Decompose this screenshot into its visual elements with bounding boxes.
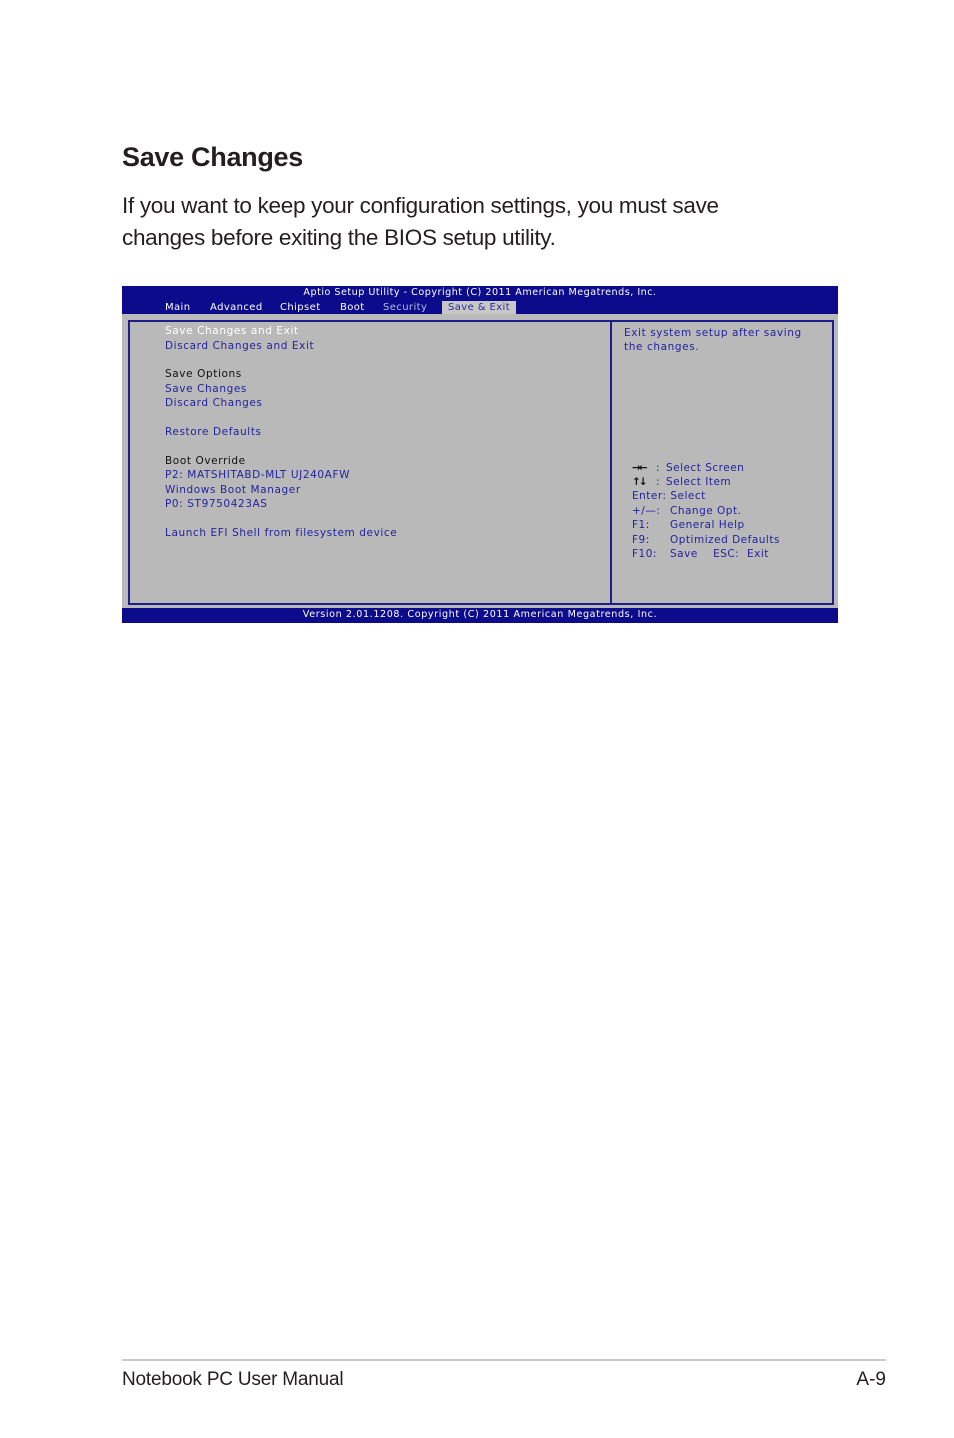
menu-boot-p0[interactable]: P0: ST9750423AS — [165, 498, 268, 510]
bios-menu-panel: Save Changes and Exit Discard Changes an… — [128, 320, 612, 605]
key-label: Enter: — [632, 490, 667, 502]
page-title: Save Changes — [122, 142, 303, 172]
manual-title: Notebook PC User Manual — [122, 1369, 344, 1390]
menu-save-changes-and-exit[interactable]: Save Changes and Exit — [165, 325, 299, 337]
tab-chipset[interactable]: Chipset — [280, 301, 321, 314]
bios-help-panel: Exit system setup after saving the chang… — [610, 320, 834, 605]
help-text-line-1: Exit system setup after saving — [624, 327, 802, 339]
bios-tab-bar: Main Advanced Chipset Boot Security Save… — [122, 301, 838, 314]
left-right-arrow-icon: →← — [632, 462, 648, 474]
intro-line-2: changes before exiting the BIOS setup ut… — [122, 225, 556, 250]
key-f1: F1: General Help — [632, 519, 745, 533]
footer-divider — [122, 1359, 886, 1361]
key-enter: Enter: Select — [632, 490, 706, 504]
key-select-screen: →←: Select Screen — [632, 462, 745, 474]
bios-footer: Version 2.01.1208. Copyright (C) 2011 Am… — [122, 608, 838, 623]
key-f10: F10: Save ESC: Exit — [632, 548, 769, 562]
key-select-item: ↑↓: Select Item — [632, 476, 732, 488]
tab-main[interactable]: Main — [165, 301, 190, 314]
key-action: Select Screen — [666, 462, 745, 474]
menu-launch-efi-shell[interactable]: Launch EFI Shell from filesystem device — [165, 527, 397, 539]
intro-paragraph: If you want to keep your configuration s… — [122, 190, 842, 254]
menu-discard-changes-and-exit[interactable]: Discard Changes and Exit — [165, 340, 314, 352]
intro-line-1: If you want to keep your configuration s… — [122, 193, 719, 218]
bios-version-text: Version 2.01.1208. Copyright (C) 2011 Am… — [302, 609, 658, 620]
key-action: Optimized Defaults — [670, 534, 780, 546]
key-action: Save ESC: Exit — [670, 548, 769, 560]
key-label: F1: — [632, 519, 650, 531]
tab-save-and-exit[interactable]: Save & Exit — [442, 301, 517, 314]
key-action: Select — [670, 490, 706, 502]
key-f9: F9: Optimized Defaults — [632, 534, 780, 548]
key-label: F9: — [632, 534, 650, 546]
menu-restore-defaults[interactable]: Restore Defaults — [165, 426, 262, 438]
bios-header: Aptio Setup Utility - Copyright (C) 2011… — [122, 286, 838, 314]
menu-discard-changes[interactable]: Discard Changes — [165, 397, 263, 409]
bios-screenshot: Aptio Setup Utility - Copyright (C) 2011… — [122, 286, 838, 623]
key-change-opt: +/—: Change Opt. — [632, 505, 741, 519]
menu-boot-override-heading: Boot Override — [165, 455, 246, 467]
menu-save-options-heading: Save Options — [165, 368, 242, 380]
help-text-line-2: the changes. — [624, 341, 700, 353]
up-down-arrow-icon: ↑↓ — [632, 476, 648, 488]
tab-security[interactable]: Security — [383, 301, 427, 314]
key-action: General Help — [670, 519, 745, 531]
menu-save-changes[interactable]: Save Changes — [165, 383, 247, 395]
key-action: Change Opt. — [670, 505, 742, 517]
page-number: A-9 — [856, 1369, 886, 1390]
tab-boot[interactable]: Boot — [340, 301, 365, 314]
key-action: Select Item — [666, 476, 732, 488]
key-label: +/—: — [632, 505, 661, 517]
bios-title: Aptio Setup Utility - Copyright (C) 2011… — [303, 287, 657, 298]
key-label: F10: — [632, 548, 657, 560]
menu-boot-p2[interactable]: P2: MATSHITABD-MLT UJ240AFW — [165, 469, 350, 481]
menu-boot-windows[interactable]: Windows Boot Manager — [165, 484, 301, 496]
tab-advanced[interactable]: Advanced — [210, 301, 263, 314]
